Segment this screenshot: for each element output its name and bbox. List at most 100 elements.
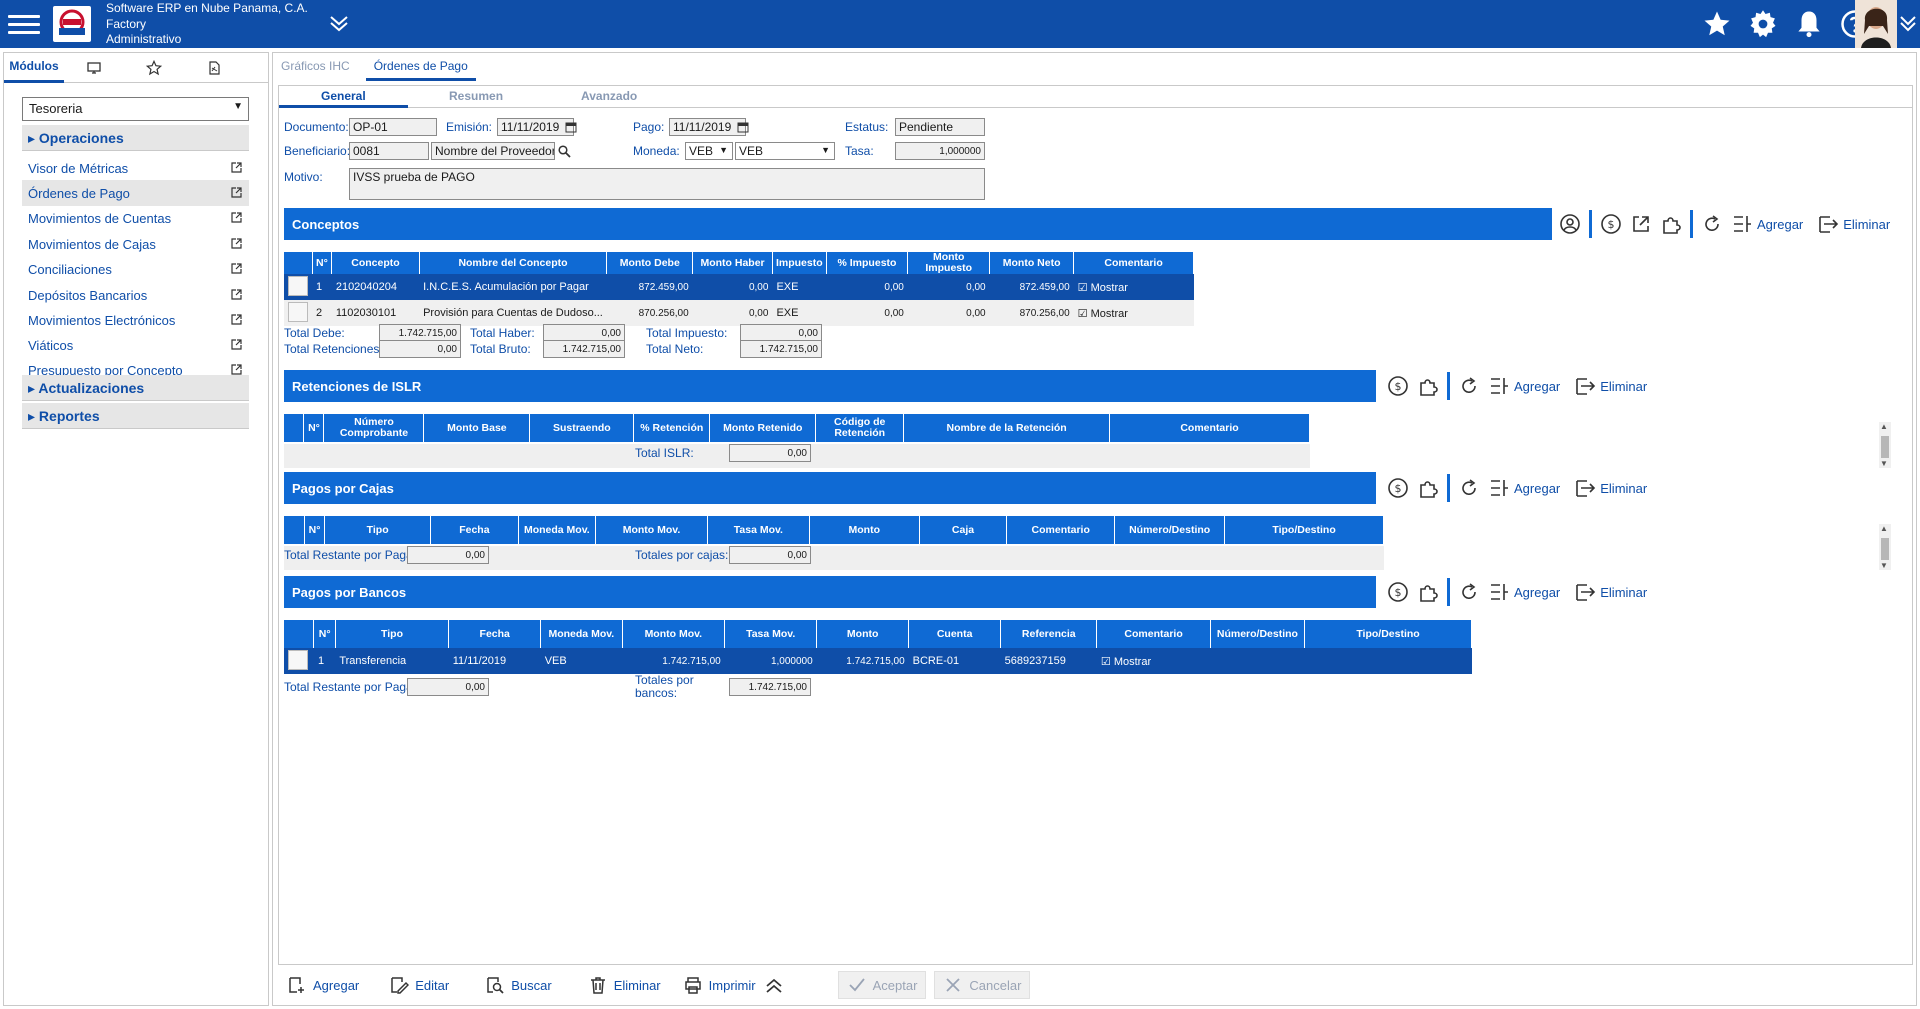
- column-header[interactable]: N°: [312, 252, 333, 274]
- gear-icon[interactable]: [1748, 9, 1778, 39]
- tab-favorites[interactable]: [124, 53, 184, 83]
- cell-comentario[interactable]: ☑ Mostrar: [1073, 300, 1194, 326]
- column-header[interactable]: Sustraendo: [529, 414, 635, 442]
- mostrar-link[interactable]: Mostrar: [1091, 282, 1128, 294]
- cajas-scrollbar[interactable]: ▲ ▼: [1879, 524, 1891, 570]
- table-row[interactable]: 2 1102030101 Provisión para Cuentas de D…: [284, 300, 1194, 326]
- group-reportes[interactable]: ▸ Reportes: [22, 403, 249, 429]
- row-checkbox[interactable]: [284, 274, 312, 300]
- external-link-icon[interactable]: [1630, 213, 1652, 235]
- column-header[interactable]: % Retención: [633, 414, 711, 442]
- cajas-add-button[interactable]: Agregar: [1488, 477, 1560, 499]
- scroll-down-icon[interactable]: ▼: [1880, 459, 1888, 468]
- documento-field[interactable]: OP-01: [349, 118, 437, 136]
- cell-comentario[interactable]: ☑ Mostrar: [1073, 274, 1194, 300]
- scroll-down-icon[interactable]: ▼: [1880, 561, 1888, 570]
- tab-ordenes-pago[interactable]: Órdenes de Pago: [365, 53, 476, 81]
- imprimir-button[interactable]: Imprimir: [675, 971, 764, 999]
- column-header[interactable]: % Impuesto: [826, 252, 909, 274]
- sidebar-item-movimientos-cajas[interactable]: Movimientos de Cajas: [22, 231, 249, 257]
- calendar-icon[interactable]: [565, 121, 577, 133]
- column-header[interactable]: Número/Destino: [1114, 516, 1226, 544]
- conceptos-add-button[interactable]: Agregar: [1731, 213, 1803, 235]
- retenciones-scrollbar[interactable]: ▲ ▼: [1879, 422, 1891, 468]
- pago-field[interactable]: 11/11/2019: [669, 118, 746, 136]
- sidebar-item-visor-metricas[interactable]: Visor de Métricas: [22, 155, 249, 181]
- puzzle-icon[interactable]: [1417, 477, 1439, 499]
- row-checkbox[interactable]: [284, 300, 312, 326]
- tab-reports[interactable]: [184, 53, 244, 83]
- column-header[interactable]: Moneda Mov.: [518, 516, 597, 544]
- sidebar-item-movimientos-cuentas[interactable]: Movimientos de Cuentas: [22, 205, 249, 231]
- aceptar-button[interactable]: Aceptar: [837, 971, 927, 999]
- search-icon[interactable]: [558, 145, 571, 158]
- column-header[interactable]: Monto Neto: [989, 252, 1075, 274]
- row-checkbox[interactable]: [284, 648, 314, 674]
- cell-comentario[interactable]: ☑ Mostrar: [1096, 648, 1211, 674]
- dollar-circle-icon[interactable]: $: [1387, 375, 1409, 397]
- mostrar-link[interactable]: Mostrar: [1091, 308, 1128, 320]
- column-header[interactable]: Monto: [816, 620, 910, 648]
- calendar-icon[interactable]: [737, 121, 749, 133]
- avatar[interactable]: [1855, 0, 1897, 48]
- tab-avanzado[interactable]: Avanzado: [581, 89, 637, 103]
- column-header[interactable]: Código de Retención: [815, 414, 905, 442]
- bancos-add-button[interactable]: Agregar: [1488, 581, 1560, 603]
- group-actualizaciones[interactable]: ▸ Actualizaciones: [22, 375, 249, 401]
- sidebar-item-depositos-bancarios[interactable]: Depósitos Bancarios: [22, 282, 249, 308]
- motivo-textarea[interactable]: IVSS prueba de PAGO: [349, 168, 985, 200]
- column-header[interactable]: Referencia: [1000, 620, 1098, 648]
- tab-graficos-ihc[interactable]: Gráficos IHC: [273, 53, 358, 81]
- column-header[interactable]: Monto Mov.: [595, 516, 708, 544]
- column-header[interactable]: Impuesto: [772, 252, 827, 274]
- column-header[interactable]: Monto Impuesto: [907, 252, 991, 274]
- tab-resumen[interactable]: Resumen: [449, 89, 503, 103]
- column-header[interactable]: Monto Retenido: [709, 414, 817, 442]
- cajas-delete-button[interactable]: Eliminar: [1574, 477, 1647, 499]
- refresh-icon[interactable]: [1458, 477, 1480, 499]
- dollar-circle-icon[interactable]: $: [1387, 477, 1409, 499]
- column-header[interactable]: Monto Debe: [606, 252, 694, 274]
- sidebar-item-conciliaciones[interactable]: Conciliaciones: [22, 256, 249, 282]
- puzzle-icon[interactable]: [1660, 213, 1682, 235]
- retenciones-delete-button[interactable]: Eliminar: [1574, 375, 1647, 397]
- column-header[interactable]: N°: [313, 620, 336, 648]
- column-header[interactable]: N°: [304, 516, 326, 544]
- menu-icon[interactable]: [8, 10, 40, 38]
- retenciones-add-button[interactable]: Agregar: [1488, 375, 1560, 397]
- table-row[interactable]: 1 2102040204 I.N.C.E.S. Acumulación por …: [284, 274, 1194, 300]
- column-header[interactable]: Fecha: [448, 620, 542, 648]
- dollar-circle-icon[interactable]: $: [1387, 581, 1409, 603]
- column-header[interactable]: Comentario: [1109, 414, 1310, 442]
- column-header[interactable]: Nombre del Concepto: [419, 252, 608, 274]
- column-header[interactable]: Nombre de la Retención: [903, 414, 1111, 442]
- user-circle-icon[interactable]: [1559, 213, 1581, 235]
- column-header[interactable]: Comentario: [1006, 516, 1116, 544]
- column-header[interactable]: Tipo: [324, 516, 432, 544]
- refresh-icon[interactable]: [1701, 213, 1723, 235]
- scroll-thumb[interactable]: [1881, 538, 1889, 560]
- column-header[interactable]: Comentario: [1073, 252, 1194, 274]
- column-header[interactable]: Tasa Mov.: [707, 516, 810, 544]
- conceptos-delete-button[interactable]: Eliminar: [1817, 213, 1890, 235]
- tab-general[interactable]: General: [279, 89, 408, 108]
- dollar-circle-icon[interactable]: $: [1600, 213, 1622, 235]
- double-chevron-down-icon[interactable]: [328, 12, 350, 34]
- column-header[interactable]: Número/Destino: [1210, 620, 1306, 648]
- column-header[interactable]: Concepto: [331, 252, 420, 274]
- beneficiario-code-field[interactable]: 0081: [349, 142, 429, 160]
- column-header[interactable]: Tasa Mov.: [724, 620, 818, 648]
- sidebar-item-ordenes-pago[interactable]: Órdenes de Pago: [22, 180, 249, 206]
- column-header[interactable]: N°: [303, 414, 325, 442]
- column-header[interactable]: Tipo: [335, 620, 450, 648]
- star-icon[interactable]: [1702, 9, 1732, 39]
- sidebar-item-viaticos[interactable]: Viáticos: [22, 332, 249, 358]
- sidebar-item-movimientos-electronicos[interactable]: Movimientos Electrónicos: [22, 307, 249, 333]
- group-operaciones[interactable]: ▸ Operaciones: [22, 125, 249, 151]
- table-row[interactable]: 1 Transferencia 11/11/2019 VEB 1.742.715…: [284, 648, 1472, 674]
- module-select[interactable]: Tesoreria ▼: [22, 97, 249, 121]
- tasa-field[interactable]: 1,000000: [895, 142, 985, 160]
- column-header[interactable]: Monto Base: [423, 414, 531, 442]
- puzzle-icon[interactable]: [1417, 581, 1439, 603]
- moneda-name-select[interactable]: VEB ▼: [735, 142, 835, 160]
